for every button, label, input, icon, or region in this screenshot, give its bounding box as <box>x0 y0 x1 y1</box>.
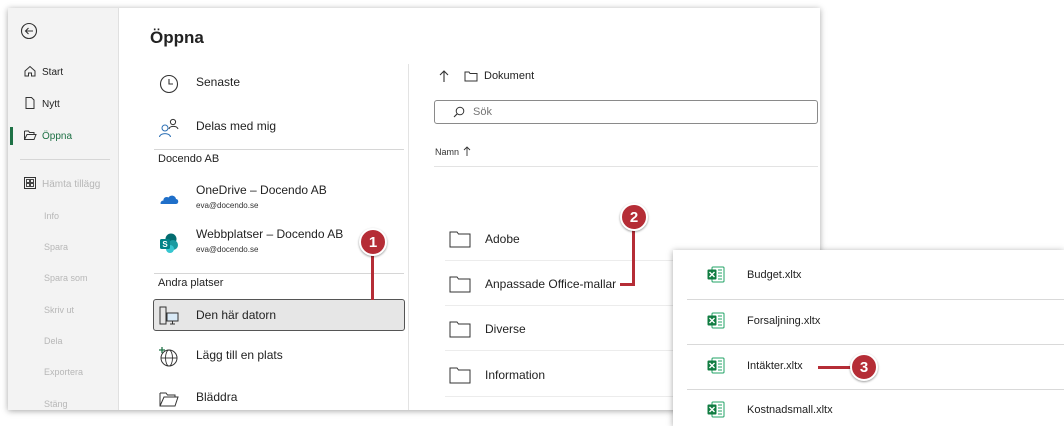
excel-template-icon <box>707 357 725 374</box>
nav-item-open[interactable]: Öppna <box>8 124 119 148</box>
column-label: Namn <box>435 146 460 157</box>
location-account: eva@docendo.se <box>196 201 259 210</box>
pane-divider <box>408 64 409 410</box>
file-name: Intäkter.xltx <box>747 360 803 372</box>
up-arrow-icon[interactable] <box>438 69 450 83</box>
folder-icon <box>464 71 478 82</box>
nav-item-save[interactable]: Spara <box>44 242 68 252</box>
section-divider <box>154 273 404 274</box>
folder-icon <box>449 367 471 384</box>
nav-item-print[interactable]: Skriv ut <box>44 305 74 315</box>
location-add-place[interactable]: Lägg till en plats <box>154 338 404 374</box>
callout-2: 2 <box>620 203 648 231</box>
location-label: Delas med mig <box>196 119 277 133</box>
location-account: eva@docendo.se <box>196 245 259 254</box>
nav-item-label: Hämta tillägg <box>42 178 101 190</box>
svg-text:S: S <box>162 240 168 249</box>
page-title: Öppna <box>150 28 204 47</box>
header-divider <box>434 166 818 167</box>
section-other-places: Andra platser <box>158 277 224 289</box>
template-files-panel: Budget.xltx Forsaljning.xltx Intäkter.xl… <box>673 250 1064 426</box>
callout-3: 3 <box>850 353 878 381</box>
file-name: Forsaljning.xltx <box>747 315 821 327</box>
file-name: Kostnadsmall.xltx <box>747 404 833 416</box>
callout-2-line <box>632 230 635 285</box>
location-label: OneDrive – Docendo AB <box>196 183 327 197</box>
search-box[interactable] <box>434 100 818 124</box>
location-shared[interactable]: Delas med mig <box>154 109 404 145</box>
folder-name: Anpassade Office-mallar <box>485 277 617 291</box>
nav-item-label: Öppna <box>42 130 73 142</box>
sharepoint-icon: S <box>160 233 178 253</box>
folder-open-icon <box>24 130 37 140</box>
add-ins-icon <box>24 177 36 189</box>
nav-item-label: Start <box>42 66 64 78</box>
excel-template-icon <box>707 266 725 283</box>
folder-name: Diverse <box>485 322 526 336</box>
nav-item-close[interactable]: Stäng <box>44 399 68 409</box>
clock-icon <box>159 74 179 94</box>
nav-item-new[interactable]: Nytt <box>8 92 119 116</box>
location-onedrive[interactable]: OneDrive – Docendo AB eva@docendo.se <box>154 180 404 216</box>
location-recent[interactable]: Senaste <box>154 65 404 101</box>
section-docendo: Docendo AB <box>158 153 220 165</box>
nav-item-label: Nytt <box>42 98 60 110</box>
folder-icon <box>449 276 471 293</box>
computer-icon <box>159 306 179 325</box>
breadcrumb: Dokument <box>438 68 534 84</box>
home-icon <box>24 65 36 77</box>
excel-template-icon <box>707 401 725 418</box>
file-row[interactable]: Kostnadsmall.xltx <box>673 389 1064 426</box>
search-icon <box>453 106 465 118</box>
file-row[interactable]: Budget.xltx <box>673 254 1064 298</box>
nav-item-add-ins[interactable]: Hämta tillägg <box>8 172 119 196</box>
location-this-pc[interactable]: Den här datorn <box>153 299 405 331</box>
location-label: Bläddra <box>196 390 238 404</box>
nav-item-export[interactable]: Exportera <box>44 367 83 377</box>
location-label: Lägg till en plats <box>196 348 283 362</box>
screenshot: Start Nytt Öppna Hämta tillägg Info Spar… <box>0 0 1064 426</box>
active-indicator <box>10 127 13 145</box>
callout-2-line <box>620 283 635 286</box>
folder-icon <box>449 231 471 248</box>
location-browse[interactable]: Bläddra <box>154 380 404 410</box>
nav-divider <box>20 159 110 160</box>
breadcrumb-label[interactable]: Dokument <box>484 70 534 82</box>
callout-1-line <box>371 255 374 300</box>
excel-template-icon <box>707 312 725 329</box>
folder-name: Adobe <box>485 232 520 246</box>
callout-1: 1 <box>359 228 387 256</box>
callout-3-line <box>818 366 854 369</box>
back-arrow-icon[interactable] <box>20 22 38 40</box>
onedrive-cloud-icon <box>160 195 179 204</box>
column-header-name[interactable]: Namn <box>435 146 471 157</box>
nav-item-save-as[interactable]: Spara som <box>44 273 88 283</box>
new-document-icon <box>25 97 35 109</box>
section-divider <box>154 149 404 150</box>
browse-folder-icon <box>159 392 179 407</box>
shared-people-icon <box>159 118 179 138</box>
location-label: Senaste <box>196 75 241 89</box>
file-row[interactable]: Forsaljning.xltx <box>673 300 1064 344</box>
file-name: Budget.xltx <box>747 269 802 281</box>
folder-name: Information <box>485 368 546 382</box>
search-input[interactable] <box>473 104 773 120</box>
folder-icon <box>449 321 471 338</box>
sort-up-arrow-icon <box>463 146 471 156</box>
location-label: Den här datorn <box>196 308 277 322</box>
nav-item-start[interactable]: Start <box>8 60 119 84</box>
add-place-globe-icon <box>159 347 178 367</box>
location-label: Webbplatser – Docendo AB <box>196 227 344 241</box>
backstage-nav: Start Nytt Öppna Hämta tillägg Info Spar… <box>8 8 119 410</box>
nav-item-info[interactable]: Info <box>44 211 59 221</box>
nav-item-share[interactable]: Dela <box>44 336 63 346</box>
